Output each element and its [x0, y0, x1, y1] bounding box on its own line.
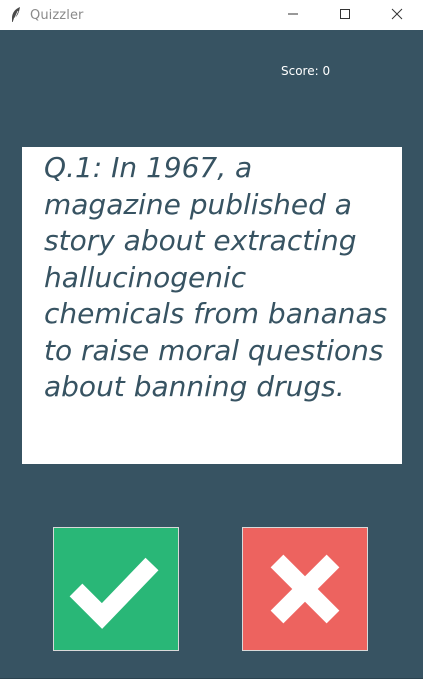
minimize-button[interactable] — [267, 0, 319, 28]
close-icon — [391, 5, 403, 24]
window-controls — [267, 0, 423, 30]
minimize-icon — [287, 5, 299, 24]
checkmark-icon — [54, 528, 178, 650]
feather-icon — [9, 6, 23, 24]
app-window: Quizzler Score: 0 Q.1: In 1967, a magazi… — [0, 0, 423, 679]
score-label: Score: 0 — [281, 64, 331, 78]
true-button[interactable] — [53, 527, 179, 651]
window-title: Quizzler — [30, 7, 84, 23]
question-card: Q.1: In 1967, a magazine published a sto… — [22, 147, 402, 464]
cross-icon — [243, 528, 367, 650]
maximize-button[interactable] — [319, 0, 371, 28]
title-bar[interactable]: Quizzler — [0, 0, 423, 30]
false-button[interactable] — [242, 527, 368, 651]
question-text: Q.1: In 1967, a magazine published a sto… — [44, 151, 388, 403]
close-button[interactable] — [371, 0, 423, 28]
maximize-icon — [339, 5, 351, 24]
